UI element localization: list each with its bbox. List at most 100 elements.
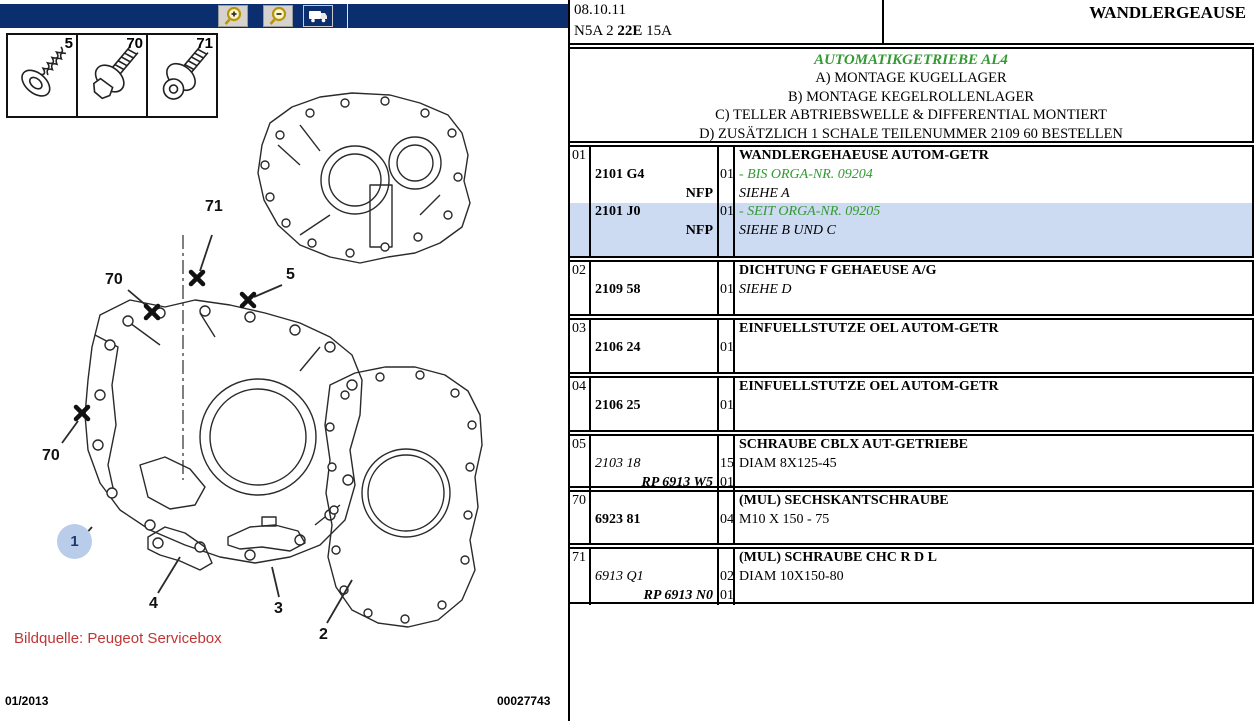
table-line: 01 WANDLERGEHAEUSE AUTOM-GETR bbox=[570, 147, 1252, 166]
quantity-cell: 01 bbox=[719, 397, 735, 416]
table-line: 2109 5801SIEHE D bbox=[570, 281, 1252, 300]
zoom-in-button[interactable] bbox=[218, 5, 248, 27]
header-divider bbox=[882, 0, 884, 43]
table-row[interactable]: 04EINFUELLSTUTZE OEL AUTOM-GETR2106 2501 bbox=[568, 376, 1254, 432]
part-number-cell: 2101 J0 bbox=[591, 203, 719, 222]
quantity-cell: 01 bbox=[719, 587, 735, 606]
table-line: RP 6913 N001 bbox=[570, 587, 1252, 606]
description-cell: EINFUELLSTUTZE OEL AUTOM-GETR bbox=[735, 378, 1252, 397]
table-row[interactable]: 05SCHRAUBE CBLX AUT-GETRIEBE2103 1815DIA… bbox=[568, 434, 1254, 488]
ref-cell: 01 bbox=[570, 147, 591, 166]
toolbar-separator bbox=[347, 4, 348, 28]
ref-cell: 03 bbox=[570, 320, 591, 339]
part-number-cell bbox=[591, 147, 719, 166]
quantity-cell bbox=[719, 185, 735, 204]
part-number-cell: NFP bbox=[591, 222, 719, 241]
ref-cell bbox=[570, 455, 591, 474]
description-cell: DICHTUNG F GEHAEUSE A/G bbox=[735, 262, 1252, 281]
description-cell: EINFUELLSTUTZE OEL AUTOM-GETR bbox=[735, 320, 1252, 339]
table-line bbox=[570, 358, 1252, 372]
table-line: 05SCHRAUBE CBLX AUT-GETRIEBE bbox=[570, 436, 1252, 455]
ref-cell bbox=[570, 185, 591, 204]
quantity-cell: 01 bbox=[719, 203, 735, 222]
callout-70: 70 bbox=[105, 271, 123, 289]
table-row[interactable]: 01WANDLERGEHAEUSE AUTOM-GETR2101 G401- B… bbox=[568, 145, 1254, 258]
quantity-cell bbox=[719, 378, 735, 397]
quantity-cell: 01 bbox=[719, 474, 735, 493]
part-number-cell: 2103 18 bbox=[591, 455, 719, 474]
table-row[interactable]: 03 EINFUELLSTUTZE OEL AUTOM-GETR2106 2401 bbox=[568, 318, 1254, 374]
print-truck-icon bbox=[308, 9, 328, 23]
ref-cell bbox=[570, 568, 591, 587]
part-number-cell bbox=[591, 492, 719, 511]
ref-cell bbox=[570, 474, 591, 493]
part-number-cell bbox=[591, 241, 719, 256]
table-line: 2106 2501 bbox=[570, 397, 1252, 416]
table-line: NFPSIEHE B UND C bbox=[570, 222, 1252, 241]
description-cell bbox=[735, 530, 1252, 543]
quantity-cell bbox=[719, 530, 735, 543]
ref-cell bbox=[570, 416, 591, 430]
description-cell: - BIS ORGA-NR. 09204 bbox=[735, 166, 1252, 185]
ref-cell bbox=[570, 241, 591, 256]
ref-cell bbox=[570, 203, 591, 222]
table-row[interactable]: 71(MUL) SCHRAUBE CHC R D L6913 Q102DIAM … bbox=[568, 547, 1254, 604]
header-date: 08.10.11 bbox=[574, 2, 626, 19]
description-cell bbox=[735, 241, 1252, 256]
transmission-housing-drawing bbox=[0, 85, 568, 680]
description-cell: SIEHE A bbox=[735, 185, 1252, 204]
info-line-b: B) MONTAGE KEGELROLLENLAGER bbox=[570, 88, 1252, 107]
footer-date: 01/2013 bbox=[5, 694, 48, 708]
ref-cell: 02 bbox=[570, 262, 591, 281]
legend-label: 5 bbox=[65, 35, 73, 52]
callout-71: 71 bbox=[205, 198, 223, 216]
description-cell: SIEHE D bbox=[735, 281, 1252, 300]
table-line: 70(MUL) SECHSKANTSCHRAUBE bbox=[570, 492, 1252, 511]
table-line bbox=[570, 241, 1252, 256]
quantity-cell: 01 bbox=[719, 281, 735, 300]
table-row[interactable]: 70(MUL) SECHSKANTSCHRAUBE6923 8104M10 X … bbox=[568, 490, 1254, 545]
zoom-out-button[interactable] bbox=[263, 5, 293, 27]
callout-70b: 70 bbox=[42, 447, 60, 465]
page-header: 08.10.11 N5A 2 22E 15A WANDLERGEAUSE bbox=[570, 0, 1254, 45]
left-toolbar bbox=[0, 4, 568, 28]
quantity-cell bbox=[719, 416, 735, 430]
table-line: 03 EINFUELLSTUTZE OEL AUTOM-GETR bbox=[570, 320, 1252, 339]
description-cell: M10 X 150 - 75 bbox=[735, 511, 1252, 530]
part-number-cell: RP 6913 N0 bbox=[591, 587, 719, 606]
part-number-cell: 6923 81 bbox=[591, 511, 719, 530]
parts-table: 01WANDLERGEHAEUSE AUTOM-GETR2101 G401- B… bbox=[568, 145, 1254, 606]
part-number-cell bbox=[591, 549, 719, 568]
description-cell: WANDLERGEHAEUSE AUTOM-GETR bbox=[735, 147, 1252, 166]
ref-cell bbox=[570, 300, 591, 314]
quantity-cell bbox=[719, 241, 735, 256]
table-row[interactable]: 02 DICHTUNG F GEHAEUSE A/G2109 5801SIEHE … bbox=[568, 260, 1254, 316]
zoom-in-magnifier-icon bbox=[222, 6, 244, 26]
zoom-out-magnifier-icon bbox=[267, 6, 289, 26]
callout-2: 2 bbox=[319, 626, 328, 644]
exploded-diagram bbox=[0, 85, 568, 680]
print-button[interactable] bbox=[303, 5, 333, 27]
info-line-c: C) TELLER ABTRIEBSWELLE & DIFFERENTIAL M… bbox=[570, 106, 1252, 125]
ref-cell bbox=[570, 511, 591, 530]
part-number-cell bbox=[591, 530, 719, 543]
ref-cell bbox=[570, 166, 591, 185]
part-number-cell: 2101 G4 bbox=[591, 166, 719, 185]
ref-cell bbox=[570, 530, 591, 543]
legend-label: 70 bbox=[126, 35, 143, 52]
image-source-note: Bildquelle: Peugeot Servicebox bbox=[14, 630, 222, 647]
footer-document-number: 00027743 bbox=[497, 694, 550, 708]
part-number-cell bbox=[591, 320, 719, 339]
info-box: AUTOMATIKGETRIEBE AL4 A) MONTAGE KUGELLA… bbox=[568, 47, 1254, 143]
ref-cell: 70 bbox=[570, 492, 591, 511]
quantity-cell bbox=[719, 222, 735, 241]
selected-part-marker[interactable]: 1 bbox=[57, 524, 92, 559]
table-line: 2103 1815DIAM 8X125-45 bbox=[570, 455, 1252, 474]
part-number-cell bbox=[591, 358, 719, 372]
table-line: 2106 2401 bbox=[570, 339, 1252, 358]
part-number-cell bbox=[591, 416, 719, 430]
table-line: NFPSIEHE A bbox=[570, 185, 1252, 204]
ref-cell bbox=[570, 587, 591, 606]
quantity-cell: 04 bbox=[719, 511, 735, 530]
ref-cell bbox=[570, 339, 591, 358]
